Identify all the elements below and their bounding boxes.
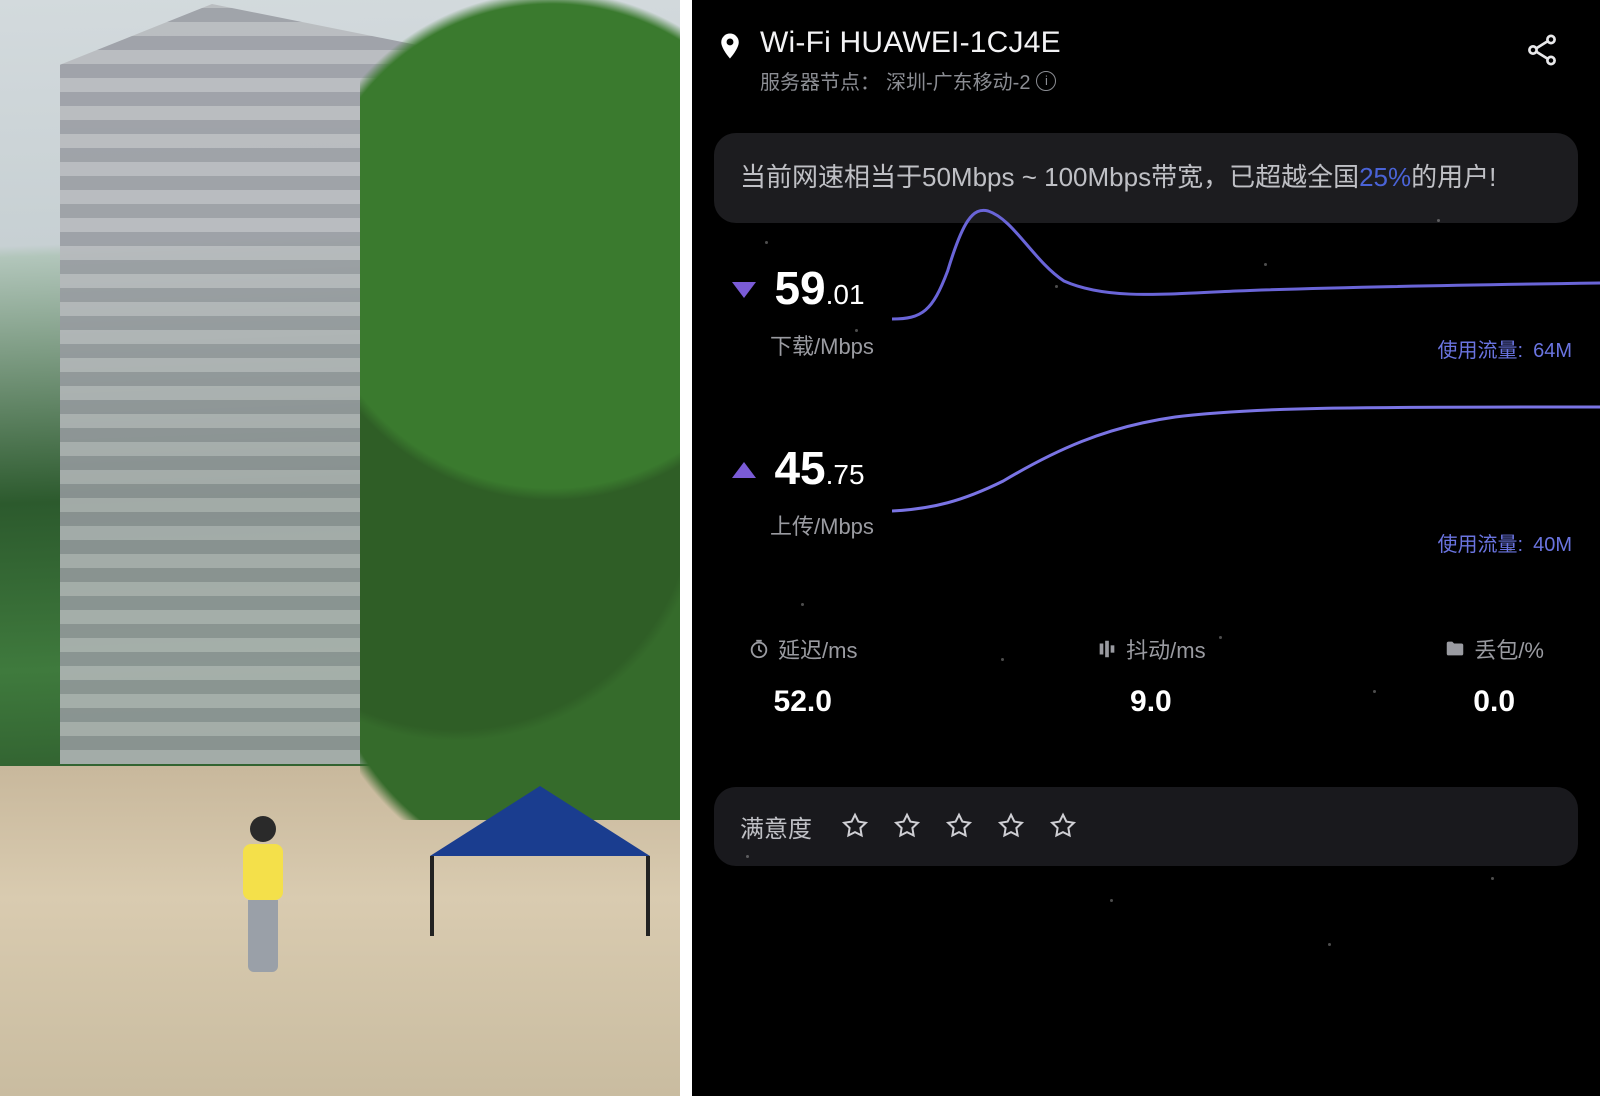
jitter-value: 9.0: [1096, 685, 1205, 719]
download-traffic: 使用流量:64M: [1438, 334, 1572, 363]
latency-metric: 延迟/ms 52.0: [748, 633, 857, 719]
download-section: 59.01 下载/Mbps 使用流量:64M: [692, 227, 1600, 397]
info-icon[interactable]: i: [1036, 71, 1056, 91]
download-value: 59.01: [774, 261, 864, 315]
rating-label: 满意度: [740, 809, 812, 844]
share-button[interactable]: [1518, 26, 1566, 74]
location-pin-icon: [710, 26, 750, 66]
speedtest-app: Wi-Fi HUAWEI-1CJ4E 服务器节点： 深圳-广东移动-2 i 当前…: [686, 0, 1600, 1096]
metrics-row: 延迟/ms 52.0 抖动/ms 9.0 丢包/% 0.0: [692, 587, 1600, 719]
star-4[interactable]: [996, 811, 1026, 841]
latency-value: 52.0: [748, 685, 857, 719]
loss-value: 0.0: [1444, 685, 1544, 719]
rating-card: 满意度: [714, 787, 1578, 866]
star-3[interactable]: [944, 811, 974, 841]
summary-prefix: 当前网速相当于50Mbps ~ 100Mbps带宽，已超越全国: [740, 162, 1359, 192]
upload-section: 45.75 上传/Mbps 使用流量:40M: [692, 407, 1600, 587]
upload-value: 45.75: [774, 441, 864, 495]
server-node[interactable]: 服务器节点： 深圳-广东移动-2 i: [760, 66, 1518, 95]
upload-traffic: 使用流量:40M: [1438, 528, 1572, 557]
jitter-metric: 抖动/ms 9.0: [1096, 633, 1205, 719]
folder-icon: [1444, 638, 1466, 660]
star-1[interactable]: [840, 811, 870, 841]
upload-graph: [892, 393, 1600, 513]
server-value: 深圳-广东移动-2: [886, 66, 1030, 95]
download-graph: [892, 201, 1600, 321]
context-photo: [0, 0, 686, 1096]
server-label: 服务器节点：: [760, 66, 880, 95]
upload-triangle-icon: [732, 462, 756, 478]
wifi-name: Wi-Fi HUAWEI-1CJ4E: [760, 26, 1518, 60]
summary-suffix: 的用户!: [1411, 162, 1496, 192]
clock-icon: [748, 638, 770, 660]
download-triangle-icon: [732, 282, 756, 298]
star-2[interactable]: [892, 811, 922, 841]
star-5[interactable]: [1048, 811, 1078, 841]
loss-metric: 丢包/% 0.0: [1444, 633, 1544, 719]
summary-percent: 25%: [1359, 162, 1411, 192]
jitter-icon: [1096, 638, 1118, 660]
